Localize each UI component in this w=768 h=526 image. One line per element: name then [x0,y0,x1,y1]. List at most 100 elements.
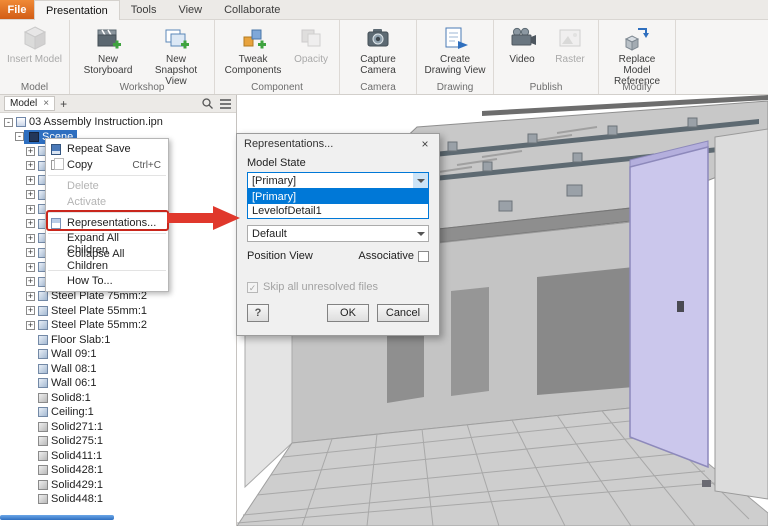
button-label: Tweak Components [222,54,284,76]
button-label: Capture Camera [347,54,409,76]
dropdown-option-primary[interactable]: [Primary] [248,190,428,204]
new-snapshot-view-button[interactable]: New Snapshot View [143,23,209,87]
solid-icon [38,436,48,446]
tree-item[interactable]: Wall 09:1 [0,347,236,362]
associative-checkbox[interactable] [418,251,429,262]
expand-icon[interactable]: + [26,292,35,301]
create-drawing-view-button[interactable]: Create Drawing View [422,23,488,76]
button-label: Create Drawing View [424,54,486,76]
opacity-button[interactable]: Opacity [288,23,334,65]
tree-item[interactable]: Solid8:1 [0,391,236,406]
panel-menu-icon[interactable] [219,97,232,110]
tree-item-label: Solid411:1 [51,450,102,462]
tab-view[interactable]: View [167,0,213,19]
tree-item[interactable]: Solid428:1 [0,463,236,478]
capture-camera-button[interactable]: Capture Camera [345,23,411,76]
solid-icon [38,494,48,504]
horizontal-scrollbar-thumb[interactable] [0,515,114,520]
help-button[interactable]: ? [247,304,269,322]
expand-icon[interactable]: + [26,147,35,156]
dropdown-option-levelofdetail1[interactable]: LevelofDetail1 [248,204,428,218]
panel-hinge [702,480,711,487]
menu-item-copy[interactable]: Copy Ctrl+C [46,157,168,173]
titlebar: File Presentation Tools View Collaborate [0,0,768,20]
tab-tools[interactable]: Tools [120,0,168,19]
tree-item-label: Wall 08:1 [51,363,96,375]
tab-presentation[interactable]: Presentation [34,0,120,20]
close-icon[interactable]: × [43,99,49,109]
menu-label: Collapse All Children [67,248,161,272]
tree-item[interactable]: Ceiling:1 [0,405,236,420]
menu-item-repeat-save[interactable]: Repeat Save [46,141,168,157]
raster-icon [556,24,584,52]
tree-item-label: Solid429:1 [51,479,103,491]
tree-item[interactable]: Solid275:1 [0,434,236,449]
expand-icon[interactable]: + [26,190,35,199]
inventor-presentation-window: { "icons": { "close": "×", "plus": "+", … [0,0,768,526]
file-menu-button[interactable]: File [0,0,34,19]
tree-item[interactable]: Solid271:1 [0,420,236,435]
tree-item-label: Solid8:1 [51,392,91,404]
expand-icon[interactable]: + [26,248,35,257]
group-label-model: Model [0,82,69,93]
menu-item-activate[interactable]: Activate [46,194,168,210]
insert-model-button[interactable]: Insert Model [5,23,64,65]
model-state-dropdown-list: [Primary] LevelofDetail1 [247,189,429,219]
chevron-down-icon[interactable] [413,173,428,188]
expand-icon[interactable]: + [26,306,35,315]
collapse-expander-icon[interactable]: - [15,132,24,141]
tree-root[interactable]: - 03 Assembly Instruction.ipn [0,115,236,130]
ribbon-group-drawing: Create Drawing View Drawing [417,20,494,94]
menu-item-collapse-all-children[interactable]: Collapse All Children [46,252,168,268]
cancel-button[interactable]: Cancel [377,304,429,322]
group-label-publish: Publish [494,82,598,93]
tab-collaborate[interactable]: Collaborate [213,0,291,19]
expand-icon[interactable]: + [26,234,35,243]
expand-icon[interactable]: + [26,277,35,286]
default-combobox[interactable]: Default [247,225,429,242]
raster-button[interactable]: Raster [547,23,593,65]
menu-label: Activate [67,196,161,208]
model-panel-tab[interactable]: Model × [4,96,55,111]
new-storyboard-button[interactable]: New Storyboard [75,23,141,76]
ok-button[interactable]: OK [327,304,369,322]
expand-icon[interactable]: + [26,321,35,330]
tree-item[interactable]: +Steel Plate 55mm:1 [0,304,236,319]
tree-item[interactable]: Floor Slab:1 [0,333,236,348]
expand-icon[interactable]: + [26,219,35,228]
new-storyboard-icon [94,24,122,52]
close-icon[interactable]: × [418,137,432,151]
menu-item-delete[interactable]: Delete [46,178,168,194]
tree-item[interactable]: Wall 08:1 [0,362,236,377]
dialog-title: Representations... [244,138,333,150]
model-state-combobox[interactable]: [Primary] [247,172,429,189]
tree-item[interactable]: Solid448:1 [0,492,236,507]
video-button[interactable]: Video [499,23,545,65]
menu-item-how-to[interactable]: How To... [46,273,168,289]
tree-item[interactable]: Wall 06:1 [0,376,236,391]
tree-item-label: Steel Plate 75mm:2 [51,290,147,302]
tree-item-label: Steel Plate 55mm:2 [51,319,147,331]
scene-icon [29,132,39,142]
browser-header: Model × + [0,95,236,113]
menu-item-representations[interactable]: Representations... [46,215,168,231]
chevron-down-icon[interactable] [413,226,428,241]
dialog-titlebar[interactable]: Representations... × [237,134,439,154]
tweak-components-button[interactable]: Tweak Components [220,23,286,76]
expand-icon[interactable]: + [26,176,35,185]
menu-label: Representations... [67,217,161,229]
solid-icon [38,480,48,490]
search-icon[interactable] [201,97,214,110]
collapse-expander-icon[interactable]: - [4,118,13,127]
skip-unresolved-checkbox[interactable]: ✓ [247,282,258,293]
expand-icon[interactable]: + [26,205,35,214]
representations-icon [51,218,61,229]
add-panel-icon[interactable]: + [60,98,67,110]
expand-icon[interactable]: + [26,161,35,170]
tree-item-label: Solid271:1 [51,421,103,433]
tree-item[interactable]: Solid429:1 [0,478,236,493]
tree-item[interactable]: + Steel Plate 55mm:2 [0,318,236,333]
tree-item[interactable]: Solid411:1 [0,449,236,464]
replace-model-reference-button[interactable]: Replace Model Reference [604,23,670,87]
expand-icon[interactable]: + [26,263,35,272]
